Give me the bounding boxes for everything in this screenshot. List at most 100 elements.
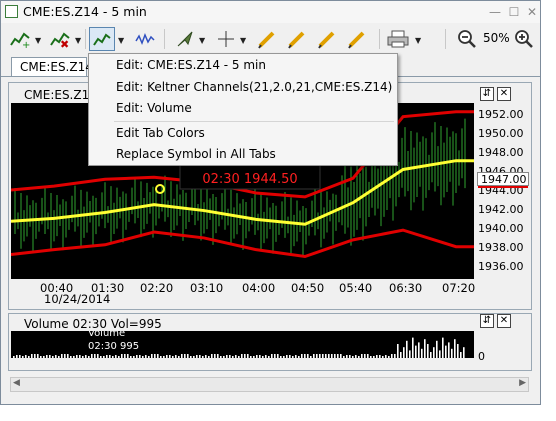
draw-line-button[interactable] (255, 28, 279, 50)
toolbar-divider (445, 29, 446, 49)
close-panel-icon[interactable]: ✕ (497, 87, 511, 101)
volume-bar (100, 356, 102, 358)
volume-bar (370, 356, 372, 358)
volume-bar (160, 356, 162, 358)
menu-item-replace-symbol[interactable]: Replace Symbol in All Tabs (116, 147, 276, 161)
volume-bar (103, 356, 105, 358)
volume-bar (271, 354, 273, 358)
menu-item-edit-tab-colors[interactable]: Edit Tab Colors (116, 126, 205, 140)
volume-bar (244, 354, 246, 358)
volume-bar (250, 356, 252, 358)
volume-bar (205, 355, 207, 358)
zoom-out-button[interactable] (455, 28, 479, 50)
volume-bar (322, 354, 324, 358)
horizontal-scrollbar[interactable]: ◀ ▶ (10, 377, 529, 392)
volume-bar (451, 348, 453, 358)
volume-bar (373, 356, 375, 358)
toolbar-divider (85, 29, 86, 49)
volume-bar (94, 354, 96, 358)
chevron-down-icon[interactable]: ▼ (75, 36, 81, 45)
chevron-down-icon[interactable]: ▼ (240, 36, 246, 45)
menu-item-edit-symbol[interactable]: Edit: CME:ES.Z14 - 5 min (116, 58, 266, 72)
volume-bar (91, 354, 93, 358)
zoom-in-button[interactable] (512, 28, 536, 50)
edit-chart-button[interactable] (89, 27, 115, 51)
volume-bar (427, 344, 429, 358)
volume-bar (148, 356, 150, 358)
volume-bar (139, 355, 141, 358)
volume-bar (415, 345, 417, 358)
volume-bar (184, 354, 186, 358)
crosshair-button[interactable] (214, 28, 238, 50)
volume-bar (37, 354, 39, 358)
x-tick-label: 07:20 (442, 281, 476, 295)
y-tick-label: 1950.00 (478, 127, 524, 140)
scroll-left-icon[interactable]: ◀ (13, 378, 20, 388)
chevron-down-icon[interactable]: ▼ (118, 36, 124, 45)
volume-panel-header: Volume 02:30 Vol=995 (24, 317, 162, 331)
close-panel-icon[interactable]: ✕ (497, 314, 511, 328)
volume-bar (436, 340, 438, 358)
volume-bar (358, 356, 360, 358)
y-tick-label: 1938.00 (478, 241, 524, 254)
volume-bar (337, 354, 339, 358)
draw-channel-button[interactable] (315, 28, 339, 50)
volume-bar (193, 356, 195, 358)
volume-bar (97, 354, 99, 358)
chevron-down-icon[interactable]: ▼ (415, 36, 421, 45)
volume-bar (190, 356, 192, 358)
volume-bar (19, 355, 21, 358)
volume-bar (61, 354, 63, 358)
pen-icon (288, 31, 305, 49)
x-tick-label: 04:00 (242, 281, 276, 295)
volume-bar (25, 355, 27, 358)
remove-chart-button[interactable]: ✖ (47, 28, 73, 50)
pen-icon (318, 31, 335, 49)
close-icon[interactable]: ✕ (525, 5, 539, 19)
volume-bar (67, 354, 69, 358)
draw-fib-button[interactable] (345, 28, 369, 50)
chevron-down-icon[interactable]: ▼ (199, 36, 205, 45)
volume-bar (202, 356, 204, 358)
volume-bar (82, 356, 84, 358)
maximize-icon[interactable]: ☐ (507, 5, 521, 19)
swap-panel-icon[interactable]: ⇵ (480, 314, 494, 328)
minimize-icon[interactable]: — (488, 5, 502, 19)
draw-trend-button[interactable] (285, 28, 309, 50)
pen-icon (348, 31, 365, 49)
menu-item-edit-keltner[interactable]: Edit: Keltner Channels(21,2.0,21,CME:ES.… (116, 80, 392, 94)
scroll-right-icon[interactable]: ▶ (519, 378, 526, 388)
add-chart-button[interactable]: + (7, 28, 33, 50)
y-tick-label: 1948.00 (478, 146, 524, 159)
volume-bar (79, 355, 81, 358)
zoom-out-icon (458, 30, 476, 48)
tab-es-z14[interactable]: CME:ES.Z14 (11, 57, 93, 76)
chart-date: 10/24/2014 (44, 292, 111, 306)
volume-bar (199, 355, 201, 358)
volume-bar (316, 354, 318, 358)
volume-bar (361, 354, 363, 358)
volume-bar (256, 355, 258, 358)
volume-bar (412, 337, 414, 358)
zoom-level: 50% (483, 31, 510, 45)
volume-y-tick: 0 (478, 350, 485, 363)
print-button[interactable] (385, 28, 411, 50)
cursor-icon (177, 31, 193, 47)
x-tick-label: 05:40 (339, 281, 373, 295)
volume-bar (121, 354, 123, 358)
price-tooltip: 02:30 1944.50 (202, 172, 297, 187)
volume-bar (274, 354, 276, 358)
volume-bar (319, 354, 321, 358)
volume-bar (448, 342, 450, 358)
x-tick-label: 04:50 (291, 281, 325, 295)
swap-panel-icon[interactable]: ⇵ (480, 87, 494, 101)
volume-bar (259, 355, 261, 358)
cursor-button[interactable] (173, 28, 197, 50)
chevron-down-icon[interactable]: ▼ (35, 36, 41, 45)
x-tick-label: 06:30 (389, 281, 423, 295)
wave-button[interactable] (132, 28, 158, 50)
current-price: 1947.00 (481, 173, 527, 186)
volume-bar (88, 356, 90, 358)
volume-bar (70, 356, 72, 358)
menu-item-edit-volume[interactable]: Edit: Volume (116, 101, 192, 115)
